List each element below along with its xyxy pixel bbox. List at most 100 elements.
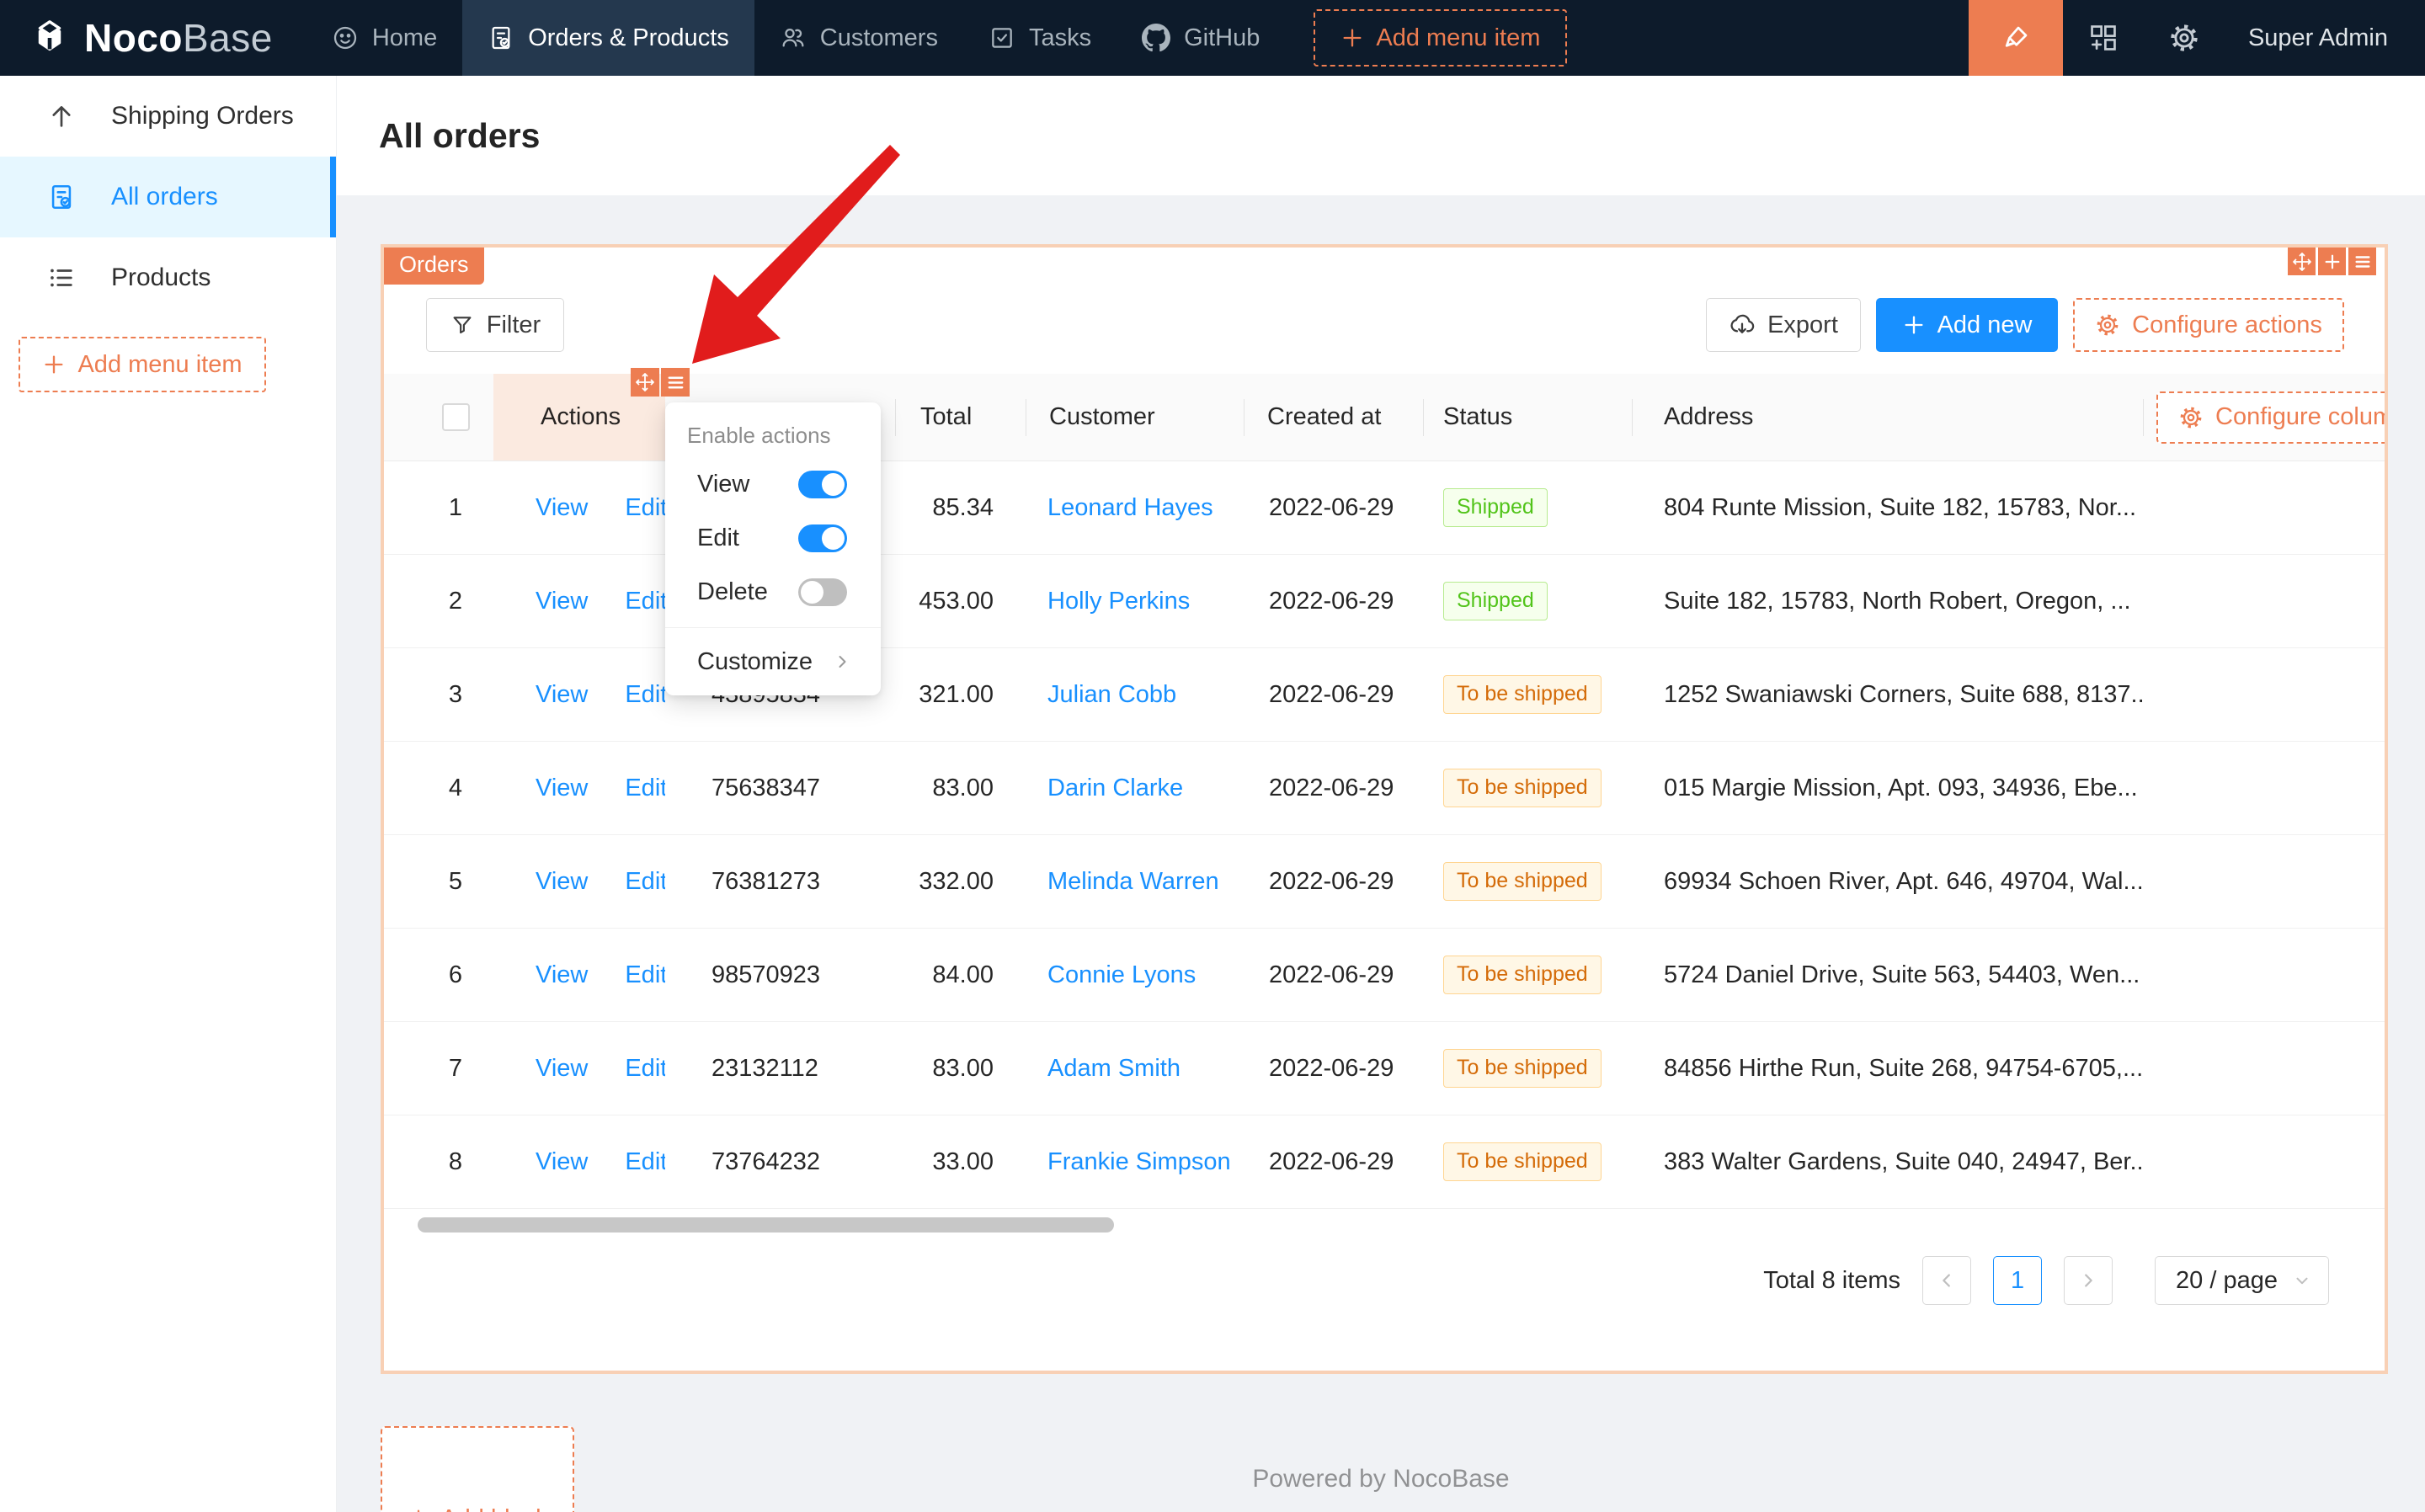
customer-link[interactable]: Frankie Simpson bbox=[1047, 1148, 1231, 1176]
plugin-manager-button[interactable] bbox=[2063, 0, 2144, 76]
row-index[interactable]: 1 bbox=[418, 461, 493, 554]
column-header-customer[interactable]: Customer bbox=[1026, 374, 1244, 461]
customer-link[interactable]: Adam Smith bbox=[1047, 1055, 1181, 1083]
view-link[interactable]: View bbox=[536, 494, 588, 522]
dropdown-item-edit[interactable]: Edit bbox=[665, 511, 881, 565]
add-new-button[interactable]: Add new bbox=[1876, 298, 2058, 352]
column-header-created-at[interactable]: Created at bbox=[1244, 374, 1423, 461]
row-index[interactable]: 4 bbox=[418, 742, 493, 834]
customer-link[interactable]: Melinda Warren bbox=[1047, 868, 1219, 896]
row-index[interactable]: 7 bbox=[418, 1022, 493, 1115]
page-size-select[interactable]: 20 / page bbox=[2155, 1256, 2329, 1305]
edit-toggle[interactable] bbox=[798, 524, 847, 552]
prev-page-button[interactable] bbox=[1922, 1256, 1972, 1305]
orders-icon bbox=[488, 24, 514, 51]
row-index[interactable]: 8 bbox=[418, 1115, 493, 1208]
row-index[interactable]: 6 bbox=[418, 929, 493, 1021]
nav-item-customers[interactable]: Customers bbox=[754, 0, 963, 76]
highlighter-icon bbox=[2001, 23, 2031, 53]
total-cell: 85.34 bbox=[932, 493, 994, 521]
customer-link[interactable]: Leonard Hayes bbox=[1047, 494, 1213, 522]
edit-link[interactable]: Edit bbox=[625, 1148, 665, 1176]
edit-link[interactable]: Edit bbox=[625, 775, 665, 802]
edit-link[interactable]: Edit bbox=[625, 868, 665, 896]
sidebar-item-all-orders[interactable]: All orders bbox=[0, 157, 336, 237]
edit-link[interactable]: Edit bbox=[625, 961, 665, 989]
column-header-status[interactable]: Status bbox=[1423, 374, 1632, 461]
view-link[interactable]: View bbox=[536, 588, 588, 615]
next-page-button[interactable] bbox=[2064, 1256, 2113, 1305]
created-at-cell: 2022-06-29 bbox=[1269, 774, 1394, 801]
nav-item-github[interactable]: GitHub bbox=[1117, 0, 1285, 76]
block-menu-icon[interactable] bbox=[2348, 248, 2376, 275]
edit-link[interactable]: Edit bbox=[625, 1055, 665, 1083]
edit-link[interactable]: Edit bbox=[625, 588, 665, 615]
customer-link[interactable]: Connie Lyons bbox=[1047, 961, 1196, 989]
page-title: All orders bbox=[379, 115, 541, 155]
row-index[interactable]: 3 bbox=[418, 648, 493, 741]
current-page-button[interactable]: 1 bbox=[1993, 1256, 2043, 1305]
pagination-total: Total 8 items bbox=[1763, 1266, 1901, 1294]
nav-item-label: Home bbox=[371, 24, 438, 51]
view-link[interactable]: View bbox=[536, 1055, 588, 1083]
horizontal-scrollbar[interactable] bbox=[418, 1217, 1114, 1232]
column-header-address[interactable]: Address bbox=[1632, 374, 2143, 461]
plus-icon bbox=[407, 1507, 430, 1512]
select-all-checkbox[interactable] bbox=[441, 403, 470, 431]
address-cell: 804 Runte Mission, Suite 182, 15783, Nor… bbox=[1664, 493, 2137, 521]
configure-actions-button[interactable]: Configure actions bbox=[2073, 298, 2344, 352]
nocobase-logo[interactable]: NocoBase bbox=[0, 15, 306, 61]
created-at-cell: 2022-06-29 bbox=[1269, 961, 1394, 988]
sidebar-item-label: Shipping Orders bbox=[111, 102, 294, 130]
view-link[interactable]: View bbox=[536, 961, 588, 989]
configure-columns-button[interactable]: Configure columns bbox=[2156, 391, 2385, 444]
settings-button[interactable] bbox=[2144, 0, 2225, 76]
view-link[interactable]: View bbox=[536, 681, 588, 709]
customer-link[interactable]: Darin Clarke bbox=[1047, 775, 1183, 802]
row-actions: View Edit bbox=[493, 1115, 665, 1208]
nav-item-home[interactable]: Home bbox=[306, 0, 462, 76]
dropdown-item-delete[interactable]: Delete bbox=[665, 565, 881, 619]
order-number-cell: 76381273 bbox=[712, 867, 821, 895]
filter-button[interactable]: Filter bbox=[426, 298, 564, 352]
row-index[interactable]: 5 bbox=[418, 835, 493, 928]
smiley-icon bbox=[332, 24, 359, 51]
column-menu-icon[interactable] bbox=[661, 368, 690, 397]
customer-link[interactable]: Julian Cobb bbox=[1047, 681, 1176, 709]
nav-item-orders-products[interactable]: Orders & Products bbox=[462, 0, 754, 76]
drag-handle-icon[interactable] bbox=[2288, 248, 2316, 275]
edit-link[interactable]: Edit bbox=[625, 681, 665, 709]
ui-editor-button[interactable] bbox=[1968, 0, 2063, 76]
created-at-cell: 2022-06-29 bbox=[1269, 1147, 1394, 1175]
nav-item-tasks[interactable]: Tasks bbox=[963, 0, 1117, 76]
view-link[interactable]: View bbox=[536, 1148, 588, 1176]
dropdown-item-view[interactable]: View bbox=[665, 457, 881, 511]
user-menu[interactable]: Super Admin bbox=[2225, 24, 2425, 52]
status-badge: To be shipped bbox=[1443, 769, 1602, 807]
order-number-cell: 75638347 bbox=[712, 774, 821, 801]
tasks-icon bbox=[989, 24, 1015, 51]
row-actions: View Edit bbox=[493, 742, 665, 834]
total-cell: 332.00 bbox=[919, 867, 994, 895]
view-link[interactable]: View bbox=[536, 868, 588, 896]
sidebar-add-menu-item-button[interactable]: Add menu item bbox=[19, 337, 266, 392]
export-button[interactable]: Export bbox=[1706, 298, 1861, 352]
sidebar-item-products[interactable]: Products bbox=[0, 237, 336, 318]
dropdown-item-customize[interactable]: Customize bbox=[665, 636, 881, 687]
plugin-squares-icon bbox=[2087, 22, 2119, 54]
chevron-right-icon bbox=[839, 656, 846, 668]
view-toggle[interactable] bbox=[798, 470, 847, 498]
add-block-icon[interactable] bbox=[2318, 248, 2346, 275]
customer-link[interactable]: Holly Perkins bbox=[1047, 588, 1190, 615]
column-drag-handle-icon[interactable] bbox=[631, 368, 659, 397]
nav-add-menu-item-button[interactable]: Add menu item bbox=[1314, 9, 1568, 67]
delete-toggle[interactable] bbox=[798, 578, 847, 606]
status-badge: To be shipped bbox=[1443, 675, 1602, 714]
total-cell: 321.00 bbox=[919, 680, 994, 708]
row-index[interactable]: 2 bbox=[418, 555, 493, 647]
view-link[interactable]: View bbox=[536, 775, 588, 802]
sidebar-item-shipping-orders[interactable]: Shipping Orders bbox=[0, 76, 336, 157]
github-icon bbox=[1142, 24, 1171, 52]
edit-link[interactable]: Edit bbox=[625, 494, 665, 522]
column-header-total[interactable]: Total bbox=[895, 374, 1026, 461]
